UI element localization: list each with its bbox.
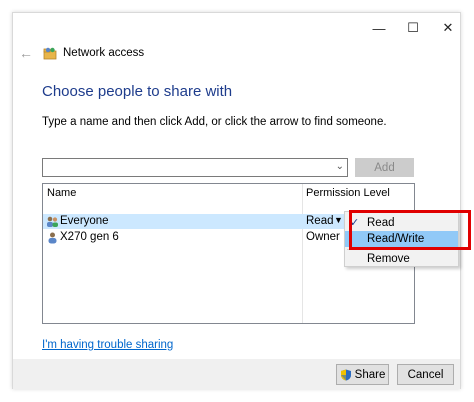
column-header-permission[interactable]: Permission Level <box>306 187 390 199</box>
row-name: Everyone <box>60 215 109 227</box>
page-heading: Choose people to share with <box>42 83 233 100</box>
cancel-button[interactable]: Cancel <box>397 364 454 385</box>
permission-dropdown-arrow-icon[interactable]: ▼ <box>334 215 343 225</box>
list-header: Name Permission Level <box>43 184 414 202</box>
dialog-footer: Share Cancel <box>13 359 460 389</box>
trouble-sharing-link[interactable]: I'm having trouble sharing <box>42 339 173 351</box>
annotation-highlight-box <box>349 210 471 250</box>
menu-item-label: Remove <box>367 253 410 265</box>
user-icon <box>46 231 59 244</box>
share-button-label: Share <box>354 368 386 381</box>
row-name: X270 gen 6 <box>60 231 119 243</box>
window-title: Network access <box>63 47 145 59</box>
instruction-text: Type a name and then click Add, or click… <box>42 116 387 128</box>
column-divider <box>302 184 303 323</box>
column-header-name[interactable]: Name <box>47 187 76 199</box>
name-combo-input[interactable]: ⌄ <box>42 158 348 177</box>
uac-shield-icon <box>340 369 352 381</box>
back-arrow-icon[interactable]: ← <box>15 45 37 61</box>
add-button[interactable]: Add <box>355 158 414 177</box>
minimize-button[interactable]: — <box>364 17 394 39</box>
menu-item-remove[interactable]: Remove <box>345 251 458 267</box>
chevron-down-icon[interactable]: ⌄ <box>336 161 344 172</box>
group-users-icon <box>46 215 59 228</box>
maximize-button[interactable]: ☐ <box>398 17 428 39</box>
close-button[interactable]: ✕ <box>433 17 463 39</box>
row-permission: Owner <box>306 231 340 243</box>
nav-row: ← Network access <box>15 43 144 63</box>
network-share-icon <box>43 46 57 60</box>
share-button[interactable]: Share <box>336 364 389 385</box>
network-access-window: — ☐ ✕ ← Network access Choose people to … <box>12 12 471 389</box>
row-permission[interactable]: Read <box>306 215 334 227</box>
